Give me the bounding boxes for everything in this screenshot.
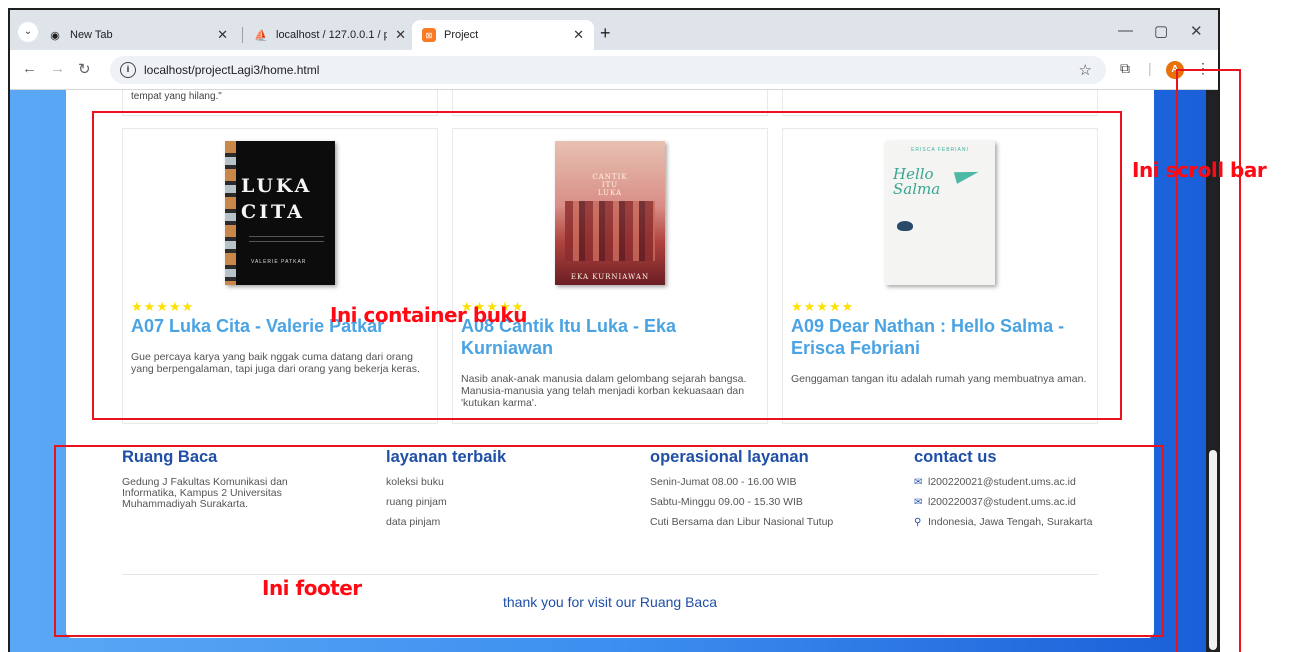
annotation-scrollbar-label: Ini scroll bar	[1132, 158, 1267, 182]
tab-bar: ⌄ ◉ New Tab ✕ ⛵ localhost / 127.0.0.1 / …	[10, 10, 1218, 50]
chrome-icon: ◉	[50, 29, 60, 42]
annotation-footer-label: Ini footer	[262, 576, 362, 600]
toolbar-divider: |	[1148, 60, 1152, 76]
forward-icon[interactable]: →	[50, 60, 65, 77]
close-tab-icon[interactable]: ✕	[573, 27, 584, 43]
tab-new-tab[interactable]: ◉ New Tab ✕	[38, 20, 238, 50]
minimize-icon[interactable]: —	[1118, 22, 1133, 39]
annotation-footer-box	[54, 445, 1164, 637]
bookmark-star-icon[interactable]: ☆	[1079, 61, 1092, 79]
tab-phpmyadmin[interactable]: ⛵ localhost / 127.0.0.1 / projectw ✕	[244, 20, 416, 50]
annotation-scrollbar-box	[1176, 69, 1241, 652]
url-text[interactable]: localhost/projectLagi3/home.html	[144, 63, 319, 77]
new-tab-icon[interactable]: +	[600, 23, 611, 44]
extensions-icon[interactable]: ⧉	[1120, 60, 1130, 77]
address-toolbar: ← → ↻ i localhost/projectLagi3/home.html…	[10, 50, 1218, 90]
tab-search-icon[interactable]: ⌄	[18, 22, 38, 42]
address-bar[interactable]: i localhost/projectLagi3/home.html ☆	[110, 56, 1106, 84]
tab-project[interactable]: ⊠ Project ✕	[412, 20, 594, 50]
close-window-icon[interactable]: ✕	[1190, 22, 1203, 40]
annotation-books-label: Ini container buku	[330, 303, 527, 327]
annotation-books-box	[92, 111, 1122, 420]
xampp-icon: ⊠	[422, 28, 436, 42]
restore-icon[interactable]: ▢	[1154, 22, 1168, 40]
close-tab-icon[interactable]: ✕	[395, 27, 406, 43]
site-info-icon[interactable]: i	[120, 62, 136, 78]
close-tab-icon[interactable]: ✕	[217, 27, 228, 43]
back-icon[interactable]: ←	[22, 60, 37, 77]
reload-icon[interactable]: ↻	[78, 60, 91, 78]
phpmyadmin-icon: ⛵	[254, 29, 268, 42]
